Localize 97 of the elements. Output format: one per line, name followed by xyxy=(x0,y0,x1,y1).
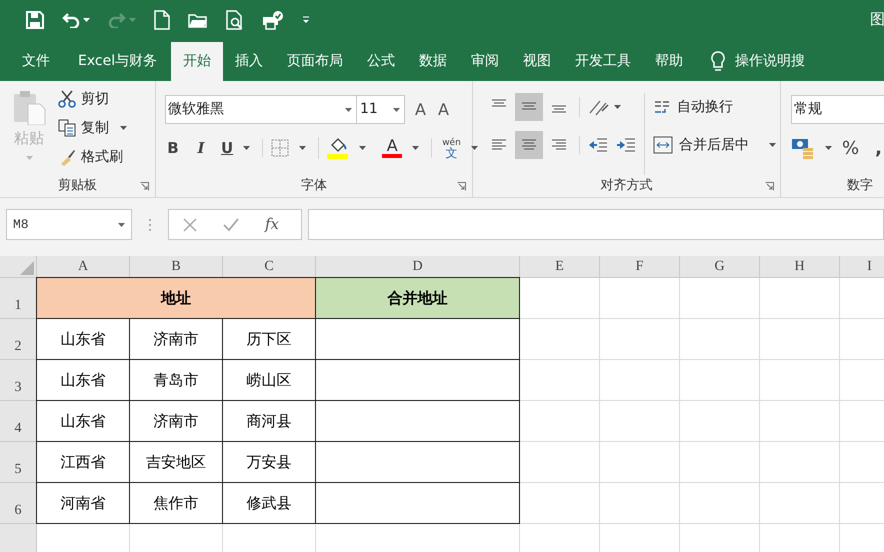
merge-center-icon[interactable] xyxy=(653,136,673,154)
underline-button[interactable]: U xyxy=(221,136,234,160)
format-painter-button[interactable]: 格式刷 xyxy=(81,146,123,168)
column-header[interactable]: B xyxy=(171,256,181,277)
caret-icon[interactable] xyxy=(359,146,366,150)
align-center-icon[interactable] xyxy=(515,131,543,159)
copy-button[interactable]: 复制 xyxy=(81,118,109,138)
phonetic-guide-button[interactable]: wén 文 xyxy=(442,138,461,158)
ribbon-tab[interactable]: 公式 xyxy=(355,42,408,81)
column-header[interactable]: I xyxy=(867,256,872,277)
row-header[interactable]: 5 xyxy=(14,459,22,480)
column-header[interactable]: D xyxy=(412,256,423,277)
row-header[interactable]: 3 xyxy=(14,377,22,398)
bold-button[interactable]: B xyxy=(165,136,181,160)
insert-function-button[interactable]: fx xyxy=(265,213,280,236)
print-preview-icon[interactable] xyxy=(226,10,244,30)
table-header-cell: 合并地址 xyxy=(315,277,520,319)
fill-color-icon[interactable] xyxy=(327,137,350,159)
cancel-icon[interactable] xyxy=(183,218,197,232)
caret-icon[interactable] xyxy=(769,143,776,147)
caret-icon[interactable] xyxy=(83,18,90,22)
wrap-text-button[interactable]: 自动换行 xyxy=(677,96,733,118)
increase-font-size-button[interactable]: A xyxy=(415,98,426,122)
percent-button[interactable]: % xyxy=(842,134,860,162)
italic-button[interactable]: I xyxy=(193,136,209,160)
ribbon-tab[interactable]: 数据 xyxy=(407,42,460,81)
decrease-font-size-button[interactable]: A xyxy=(438,98,449,122)
caret-icon[interactable] xyxy=(345,108,352,112)
column-header[interactable]: E xyxy=(555,256,564,277)
ribbon-tab[interactable]: 开始 xyxy=(171,42,224,81)
caret-icon[interactable] xyxy=(243,146,250,150)
font-color-button[interactable]: A xyxy=(386,138,398,154)
ribbon-tab[interactable]: 审阅 xyxy=(459,42,512,81)
dialog-launcher-icon[interactable] xyxy=(140,182,149,191)
group-label: 字体 xyxy=(301,177,327,196)
ribbon-tab[interactable]: 插入 xyxy=(223,42,276,81)
caret-icon[interactable] xyxy=(118,222,125,226)
enter-check-icon[interactable] xyxy=(223,218,239,232)
borders-icon[interactable] xyxy=(271,139,290,157)
redo-icon[interactable] xyxy=(108,12,126,28)
group-label: 数字 xyxy=(847,177,873,196)
row-header[interactable]: 6 xyxy=(14,500,22,521)
search-tell-me[interactable]: 操作说明搜 xyxy=(735,51,806,72)
column-header[interactable]: H xyxy=(794,256,805,277)
printer-check-icon[interactable] xyxy=(262,10,284,30)
number-format-field[interactable]: 常规 xyxy=(791,95,884,124)
paste-icon[interactable] xyxy=(11,89,47,125)
caret-icon[interactable] xyxy=(614,105,621,109)
select-all-icon[interactable] xyxy=(20,261,34,275)
ribbon-tab[interactable]: 文件 xyxy=(8,42,64,81)
dialog-launcher-icon[interactable] xyxy=(457,182,466,191)
column-header[interactable]: A xyxy=(78,256,88,277)
column-header[interactable]: F xyxy=(636,256,644,277)
column-header[interactable]: C xyxy=(264,256,274,277)
copy-icon[interactable] xyxy=(58,119,76,137)
ribbon-tab[interactable]: Excel与财务 xyxy=(64,42,172,81)
font-color-bar xyxy=(382,154,402,158)
caret-icon[interactable] xyxy=(825,146,832,150)
scissors-icon[interactable] xyxy=(58,90,76,108)
table-cell: 河南省 xyxy=(36,482,130,524)
lightbulb-icon[interactable] xyxy=(711,50,726,72)
caret-icon[interactable] xyxy=(120,126,127,130)
empty-cell[interactable] xyxy=(315,482,520,524)
row-header[interactable]: 4 xyxy=(14,418,22,439)
cut-button[interactable]: 剪切 xyxy=(81,88,109,110)
grip-icon[interactable] xyxy=(148,218,152,232)
comma-button[interactable]: , xyxy=(875,134,882,162)
ribbon-tab[interactable]: 页面布局 xyxy=(275,42,356,81)
ribbon-tab[interactable]: 视图 xyxy=(511,42,564,81)
merge-center-button[interactable]: 合并后居中 xyxy=(679,134,749,156)
column-header[interactable]: G xyxy=(714,256,725,277)
ribbon-tab[interactable]: 帮助 xyxy=(643,42,696,81)
customize-caret-icon[interactable] xyxy=(302,16,310,24)
group-label: 剪贴板 xyxy=(58,177,97,196)
name-box[interactable]: M8 xyxy=(6,209,132,240)
window-title: 图 xyxy=(870,9,884,30)
currency-icon[interactable] xyxy=(791,137,815,159)
row-header[interactable]: 1 xyxy=(14,295,22,316)
row-header[interactable]: 2 xyxy=(14,336,22,357)
font-name-field[interactable]: 微软雅黑 xyxy=(165,95,357,124)
caret-icon[interactable] xyxy=(299,146,306,150)
font-size-field[interactable]: 11 xyxy=(357,95,405,124)
decrease-indent-icon[interactable] xyxy=(588,136,608,154)
caret-icon[interactable] xyxy=(470,146,478,150)
increase-indent-icon[interactable] xyxy=(616,136,636,154)
undo-icon[interactable] xyxy=(62,12,80,28)
save-icon[interactable] xyxy=(26,11,44,29)
caret-icon[interactable] xyxy=(412,146,420,150)
middle-align-icon[interactable] xyxy=(515,93,543,121)
ribbon-tab[interactable]: 开发工具 xyxy=(563,42,644,81)
table-header-cell: 地址 xyxy=(36,277,316,319)
folder-icon[interactable] xyxy=(188,12,208,28)
formula-input-field[interactable] xyxy=(308,209,884,240)
dialog-launcher-icon[interactable] xyxy=(765,182,774,191)
new-file-icon[interactable] xyxy=(154,10,170,30)
group-label: 对齐方式 xyxy=(600,177,652,196)
caret-icon[interactable] xyxy=(393,108,400,112)
